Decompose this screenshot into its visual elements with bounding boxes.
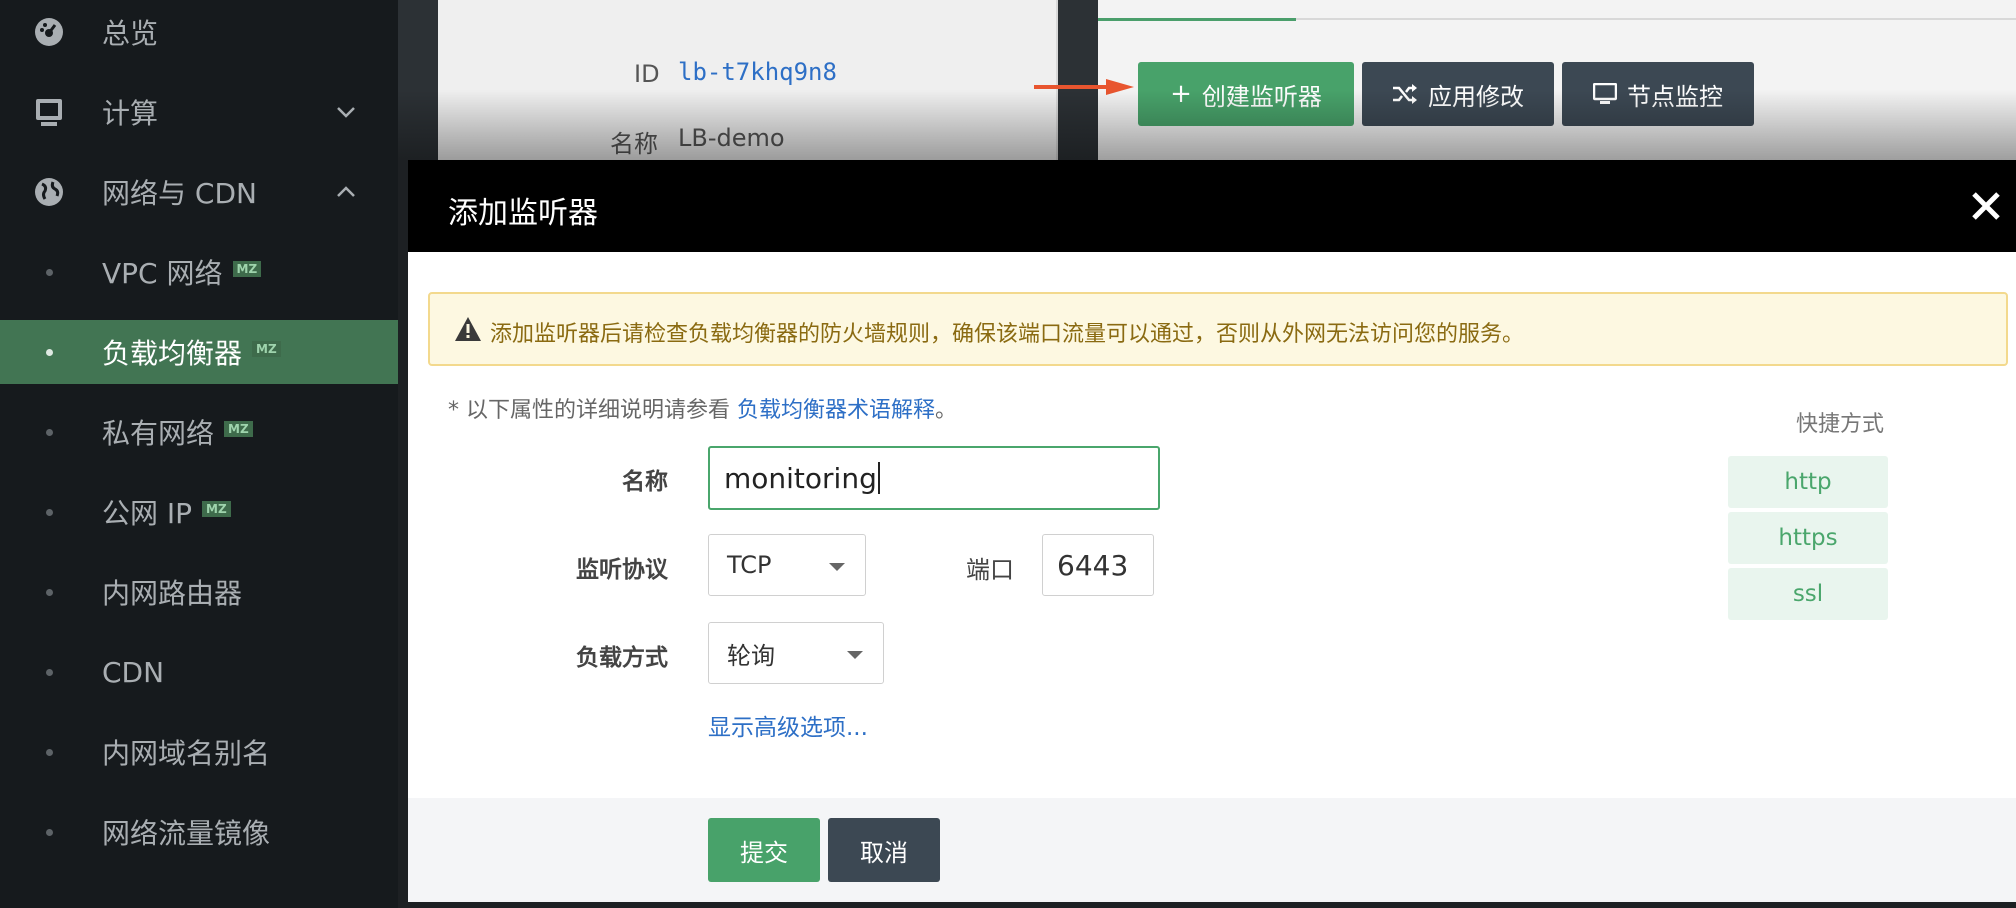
mz-badge: MZ [232,261,262,277]
arrow-indicator-icon [1034,79,1134,95]
shortcut-ssl-button[interactable]: ssl [1728,568,1888,620]
name-label: 名称 [610,130,658,158]
hint-text: * 以下属性的详细说明请参看 [448,398,737,423]
caret-down-icon [829,563,845,571]
sidebar-item-label: CDN [102,655,165,689]
sidebar-item-dns-alias[interactable]: 内网域名别名 [0,720,398,784]
close-icon[interactable] [1968,188,2004,224]
mz-badge: MZ [224,421,253,437]
listener-name-value: monitoring [724,461,877,495]
cancel-button[interactable]: 取消 [828,818,940,882]
sidebar-item-label: 计算 [102,97,159,130]
name-field-label: 名称 [622,469,668,495]
dashboard-icon [32,15,66,49]
sidebar-item-vpc[interactable]: VPC 网络 MZ [0,240,398,304]
sidebar-item-label: 网络与 CDN [102,177,257,210]
node-monitor-label: 节点监控 [1627,82,1723,111]
node-monitor-button[interactable]: 节点监控 [1562,62,1754,126]
plus-icon: + [1170,79,1192,109]
bullet-icon [46,268,53,276]
protocol-value: TCP [727,551,772,579]
balance-mode-select[interactable]: 轮询 [708,622,884,684]
sidebar-item-text: VPC 网络 MZ [102,252,262,292]
listener-name-input[interactable]: monitoring [708,446,1160,510]
text-caret [877,462,880,494]
dialog-footer [408,798,2016,902]
sidebar-item-label: VPC 网络 [102,257,223,290]
sidebar-item-text: 私有网络 MZ [102,412,253,452]
create-listener-label: 创建监听器 [1201,82,1322,111]
bullet-icon [46,428,53,436]
monitor-icon [32,95,66,129]
sidebar-item-compute[interactable]: 计算 [0,80,398,144]
sidebar-item-overview[interactable]: 总览 [0,0,398,64]
sidebar-item-router[interactable]: 内网路由器 [0,560,398,624]
shuffle-icon [1393,84,1417,104]
chevron-up-icon [337,186,355,197]
tab-active-indicator [1098,18,1296,21]
port-value: 6443 [1057,548,1129,582]
firewall-warning: 添加监听器后请检查负载均衡器的防火墙规则，确保该端口流量可以通过，否则从外网无法… [428,292,2008,366]
help-hint: * 以下属性的详细说明请参看 负载均衡器术语解释。 [448,392,957,424]
globe-icon [32,175,66,209]
protocol-select[interactable]: TCP [708,534,866,596]
sidebar-item-label: 私有网络 [102,417,215,450]
warning-text: 添加监听器后请检查负载均衡器的防火墙规则，确保该端口流量可以通过，否则从外网无法… [490,322,1525,347]
shortcut-https-button[interactable]: https [1728,512,1888,564]
sidebar-item-label: 负载均衡器 [102,337,243,370]
create-listener-button[interactable]: + 创建监听器 [1138,62,1354,126]
sidebar-item-label: 网络流量镜像 [102,817,271,850]
dialog-title: 添加监听器 [448,196,598,231]
bullet-icon [46,828,53,836]
shortcuts-title: 快捷方式 [1795,412,1884,437]
glossary-link[interactable]: 负载均衡器术语解释 [737,398,935,423]
id-value[interactable]: lb-t7khq9n8 [678,58,837,86]
balance-mode-value: 轮询 [727,641,775,670]
hint-suffix: 。 [935,398,958,423]
submit-button[interactable]: 提交 [708,818,820,882]
bullet-icon [46,348,53,356]
protocol-field-label: 监听协议 [576,557,668,583]
sidebar-item-public-ip[interactable]: 公网 IP MZ [0,480,398,544]
bullet-icon [46,668,53,676]
monitor-icon [1593,83,1617,104]
sidebar-item-text: 公网 IP MZ [102,492,231,532]
id-label: ID [634,60,660,88]
bullet-icon [46,508,53,516]
sidebar-item-label: 公网 IP [102,497,193,530]
sidebar-item-load-balancer[interactable]: 负载均衡器 MZ [0,320,398,384]
chevron-down-icon [337,107,355,118]
sidebar: 总览 计算 网络与 CDN VPC 网络 MZ 负载均衡器 MZ 私有网络 MZ 公网… [0,0,398,908]
name-value: LB-demo [678,124,785,152]
warning-icon [455,317,481,341]
bullet-icon [46,588,53,596]
sidebar-item-label: 内网路由器 [102,577,243,610]
sidebar-item-traffic-mirror[interactable]: 网络流量镜像 [0,800,398,864]
port-input[interactable]: 6443 [1042,534,1154,596]
apply-changes-label: 应用修改 [1428,82,1524,111]
add-listener-dialog: 添加监听器 添加监听器后请检查负载均衡器的防火墙规则，确保该端口流量可以通过，否… [408,160,2016,902]
port-field-label: 端口 [966,556,1014,584]
mz-badge: MZ [252,341,281,357]
mz-badge: MZ [202,501,231,517]
balance-mode-label: 负载方式 [576,645,668,671]
show-advanced-options-link[interactable]: 显示高级选项... [708,708,868,742]
dialog-header: 添加监听器 [408,160,2016,252]
sidebar-item-network-cdn[interactable]: 网络与 CDN [0,160,398,224]
bullet-icon [46,748,53,756]
sidebar-item-label: 总览 [102,17,159,50]
apply-changes-button[interactable]: 应用修改 [1362,62,1554,126]
shortcut-http-button[interactable]: http [1728,456,1888,508]
sidebar-item-cdn[interactable]: CDN [0,640,398,704]
sidebar-item-label: 内网域名别名 [102,737,271,770]
caret-down-icon [847,651,863,659]
sidebar-item-private-network[interactable]: 私有网络 MZ [0,400,398,464]
sidebar-item-text: 负载均衡器 MZ [102,332,281,372]
